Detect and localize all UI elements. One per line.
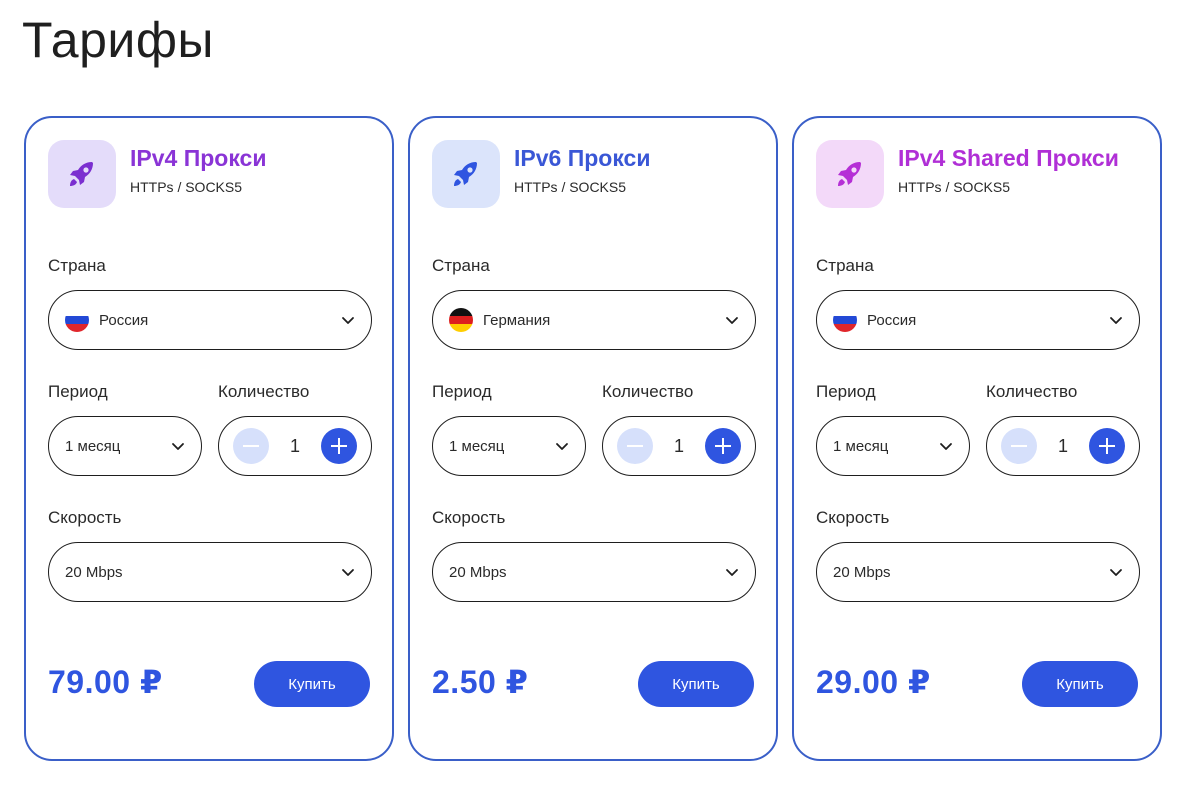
- quantity-stepper: 1: [218, 416, 372, 476]
- quantity-value[interactable]: 1: [290, 436, 300, 457]
- chevron-down-icon: [939, 439, 953, 453]
- page-title: Тарифы: [22, 12, 214, 68]
- buy-button[interactable]: Купить: [254, 661, 370, 707]
- chevron-down-icon: [725, 565, 739, 579]
- quantity-stepper: 1: [986, 416, 1140, 476]
- chevron-down-icon: [725, 313, 739, 327]
- minus-icon: [1011, 445, 1027, 447]
- tariff-card-ipv4-shared: IPv4 Shared Прокси HTTPs / SOCKS5 Страна…: [792, 116, 1162, 761]
- rocket-icon: [70, 162, 93, 186]
- speed-label: Скорость: [48, 508, 122, 527]
- product-icon-box: [432, 140, 500, 208]
- country-value: Германия: [483, 311, 551, 329]
- increase-button[interactable]: [320, 428, 357, 464]
- tariff-card-ipv6: IPv6 Прокси HTTPs / SOCKS5 Страна Герман…: [408, 116, 778, 761]
- period-label: Период: [432, 382, 492, 401]
- plus-icon: [330, 438, 347, 454]
- speed-value: 20 Mbps: [833, 563, 891, 581]
- product-icon-box: [816, 140, 884, 208]
- card-subtitle: HTTPs / SOCKS5: [514, 179, 627, 195]
- speed-label: Скорость: [432, 508, 506, 527]
- period-value: 1 месяц: [65, 437, 121, 455]
- decrease-button[interactable]: [1001, 428, 1037, 464]
- russia-flag-icon: [65, 308, 89, 332]
- chevron-down-icon: [341, 313, 355, 327]
- rocket-icon: [838, 162, 861, 186]
- buy-button[interactable]: Купить: [1022, 661, 1138, 707]
- rocket-icon: [454, 162, 477, 186]
- tariff-card-ipv4: IPv4 Прокси HTTPs / SOCKS5 Страна Россия…: [24, 116, 394, 761]
- country-select[interactable]: Германия: [432, 290, 756, 350]
- period-value: 1 месяц: [449, 437, 505, 455]
- product-icon-box: [48, 140, 116, 208]
- chevron-down-icon: [1109, 313, 1123, 327]
- card-subtitle: HTTPs / SOCKS5: [898, 179, 1011, 195]
- speed-value: 20 Mbps: [449, 563, 507, 581]
- card-subtitle: HTTPs / SOCKS5: [130, 179, 243, 195]
- period-select[interactable]: 1 месяц: [816, 416, 970, 476]
- chevron-down-icon: [171, 439, 185, 453]
- minus-icon: [627, 445, 643, 447]
- tariff-cards: IPv4 Прокси HTTPs / SOCKS5 Страна Россия…: [24, 116, 1162, 761]
- period-select[interactable]: 1 месяц: [48, 416, 202, 476]
- russia-flag-icon: [833, 308, 857, 332]
- quantity-value[interactable]: 1: [1058, 436, 1068, 457]
- quantity-stepper: 1: [602, 416, 756, 476]
- price: 2.50 ₽: [432, 664, 529, 700]
- country-value: Россия: [99, 311, 149, 329]
- quantity-label: Количество: [986, 382, 1078, 401]
- speed-select[interactable]: 20 Mbps: [432, 542, 756, 602]
- quantity-label: Количество: [602, 382, 694, 401]
- country-value: Россия: [867, 311, 917, 329]
- card-title: IPv6 Прокси: [514, 145, 651, 171]
- increase-button[interactable]: [1088, 428, 1125, 464]
- period-label: Период: [48, 382, 108, 401]
- country-label: Страна: [432, 256, 490, 275]
- speed-select[interactable]: 20 Mbps: [816, 542, 1140, 602]
- minus-icon: [243, 445, 259, 447]
- quantity-label: Количество: [218, 382, 310, 401]
- chevron-down-icon: [555, 439, 569, 453]
- germany-flag-icon: [449, 308, 473, 332]
- chevron-down-icon: [1109, 565, 1123, 579]
- price: 79.00 ₽: [48, 664, 163, 700]
- country-label: Страна: [816, 256, 874, 275]
- speed-value: 20 Mbps: [65, 563, 123, 581]
- period-select[interactable]: 1 месяц: [432, 416, 586, 476]
- increase-button[interactable]: [704, 428, 741, 464]
- price: 29.00 ₽: [816, 664, 931, 700]
- decrease-button[interactable]: [233, 428, 269, 464]
- speed-label: Скорость: [816, 508, 890, 527]
- country-label: Страна: [48, 256, 106, 275]
- speed-select[interactable]: 20 Mbps: [48, 542, 372, 602]
- chevron-down-icon: [341, 565, 355, 579]
- period-label: Период: [816, 382, 876, 401]
- decrease-button[interactable]: [617, 428, 653, 464]
- period-value: 1 месяц: [833, 437, 889, 455]
- country-select[interactable]: Россия: [48, 290, 372, 350]
- plus-icon: [1098, 438, 1115, 454]
- plus-icon: [714, 438, 731, 454]
- country-select[interactable]: Россия: [816, 290, 1140, 350]
- buy-button[interactable]: Купить: [638, 661, 754, 707]
- card-title: IPv4 Прокси: [130, 145, 267, 171]
- quantity-value[interactable]: 1: [674, 436, 684, 457]
- card-title: IPv4 Shared Прокси: [898, 145, 1119, 171]
